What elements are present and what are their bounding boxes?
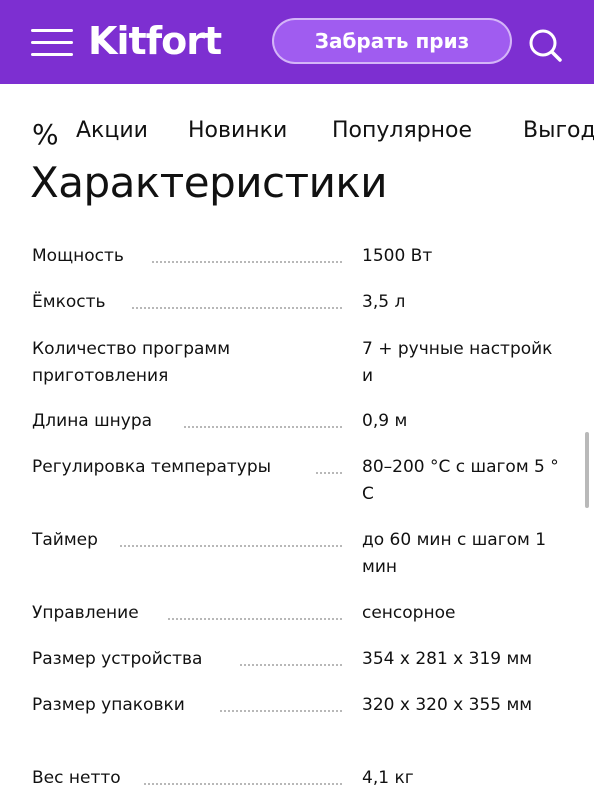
spec-name: Размер устройства — [32, 646, 352, 673]
site-header: Kitfort Забрать приз — [0, 0, 594, 84]
dotted-leader — [240, 664, 342, 666]
dotted-leader — [316, 472, 342, 474]
dotted-leader — [132, 307, 342, 309]
nav-item-deals[interactable]: Выгод — [523, 118, 594, 143]
nav-item-popular[interactable]: Популярное — [332, 118, 472, 143]
spec-name: Размер упаковки — [32, 692, 352, 719]
page-title: Характеристики — [30, 158, 388, 207]
dotted-leader — [184, 426, 342, 428]
spec-value: 1500 Вт — [362, 246, 433, 266]
spec-value: 354 x 281 x 319 мм — [362, 649, 533, 669]
spec-value: 4,1 кг — [362, 768, 414, 788]
spec-name: Мощность — [32, 243, 352, 270]
spec-value: 7 + ручные настройки — [362, 339, 553, 386]
spec-name: Регулировка температуры — [32, 454, 352, 481]
spec-value: 0,9 м — [362, 411, 408, 431]
spec-name: Длина шнура — [32, 408, 352, 435]
spec-name: Ёмкость — [32, 289, 352, 316]
dotted-leader — [120, 545, 342, 547]
spec-name: Вес нетто — [32, 765, 352, 792]
dotted-leader — [220, 710, 342, 712]
dotted-leader — [168, 618, 342, 620]
spec-name: Таймер — [32, 527, 352, 554]
scrollbar[interactable] — [585, 432, 589, 508]
nav-item-new[interactable]: Новинки — [188, 118, 287, 143]
percent-icon[interactable]: % — [32, 118, 59, 151]
kitfort-logo[interactable]: Kitfort — [88, 18, 222, 64]
spec-name: Управление — [32, 600, 352, 627]
dotted-leader — [152, 261, 342, 263]
spec-value: сенсорное — [362, 603, 456, 623]
claim-prize-button[interactable]: Забрать приз — [272, 18, 512, 64]
spec-name: Количество программ приготовления — [32, 339, 231, 386]
spec-value: 3,5 л — [362, 292, 406, 312]
category-nav: % Акции Новинки Популярное Выгод — [32, 108, 594, 152]
spec-value: до 60 мин с шагом 1 мин — [362, 530, 547, 577]
spec-value: 320 x 320 x 355 мм — [362, 695, 533, 715]
spec-value: 80–200 °C с шагом 5 °C — [362, 457, 559, 504]
dotted-leader — [144, 783, 342, 785]
search-icon[interactable] — [526, 26, 566, 66]
nav-item-sales[interactable]: Акции — [76, 118, 148, 143]
hamburger-menu-icon[interactable] — [31, 26, 73, 58]
